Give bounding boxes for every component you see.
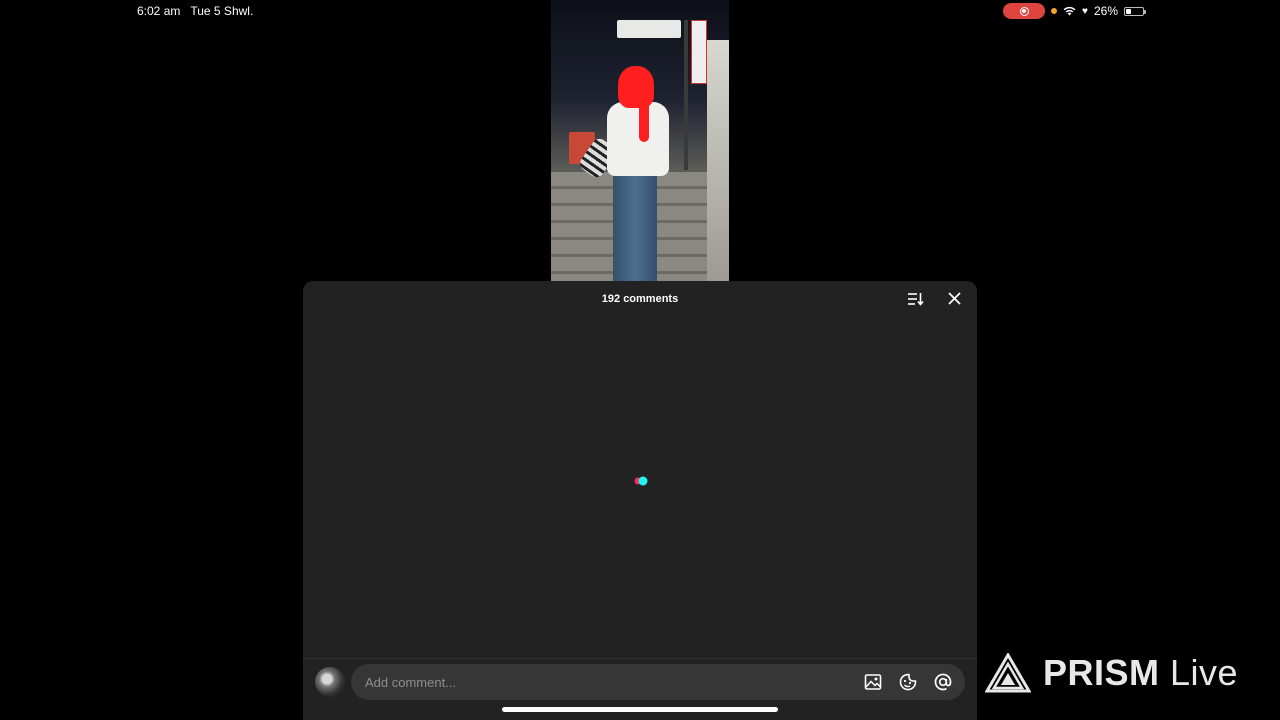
video-person-jeans	[613, 170, 657, 282]
wifi-icon	[1063, 6, 1076, 16]
user-avatar[interactable]	[315, 667, 345, 697]
status-time: 6:02 am	[137, 4, 181, 18]
screen-record-indicator[interactable]	[1003, 3, 1046, 19]
status-bar-right: ♥ 26%	[1003, 3, 1146, 19]
video-person-shirt	[607, 102, 669, 176]
prism-live-watermark: PRISM Live	[985, 652, 1238, 694]
prism-logo-icon	[985, 653, 1031, 693]
comments-count-title: 192 comments	[601, 293, 679, 305]
at-mention-icon	[934, 673, 952, 691]
status-bar-left: 6:02 am Tue 5 Shwl.	[137, 4, 253, 18]
mention-button[interactable]	[933, 672, 953, 692]
input-divider	[303, 658, 977, 659]
add-image-button[interactable]	[863, 672, 883, 692]
video-sign-vertical	[691, 20, 707, 84]
add-emoji-button[interactable]	[898, 672, 918, 692]
record-icon	[1019, 6, 1029, 16]
video-person-hat	[618, 66, 654, 108]
loading-spinner-icon	[634, 476, 648, 486]
prism-suffix-text: Live	[1170, 652, 1239, 693]
comments-sheet: 192 comments	[303, 281, 977, 720]
battery-percent: 26%	[1093, 4, 1118, 18]
home-indicator[interactable]	[502, 707, 778, 712]
prism-brand-text: PRISM	[1043, 652, 1160, 693]
close-button[interactable]	[945, 291, 963, 307]
comment-input-bar	[351, 664, 965, 700]
battery-icon	[1124, 6, 1146, 16]
video-sign	[617, 20, 681, 38]
sort-button[interactable]	[906, 291, 924, 307]
prism-live-text: PRISM Live	[1043, 652, 1238, 694]
video-wall	[707, 40, 729, 282]
heart-icon: ♥	[1082, 5, 1088, 17]
video-player[interactable]	[551, 0, 729, 282]
video-person-hat-tail	[639, 100, 649, 142]
status-date: Tue 5 Shwl.	[190, 4, 254, 18]
close-icon	[948, 292, 961, 305]
emoji-icon	[899, 673, 917, 691]
mic-in-use-dot	[1051, 8, 1058, 14]
image-icon	[864, 674, 882, 690]
sort-icon	[908, 293, 924, 306]
add-comment-input[interactable]	[365, 664, 845, 700]
video-pole	[684, 20, 688, 170]
